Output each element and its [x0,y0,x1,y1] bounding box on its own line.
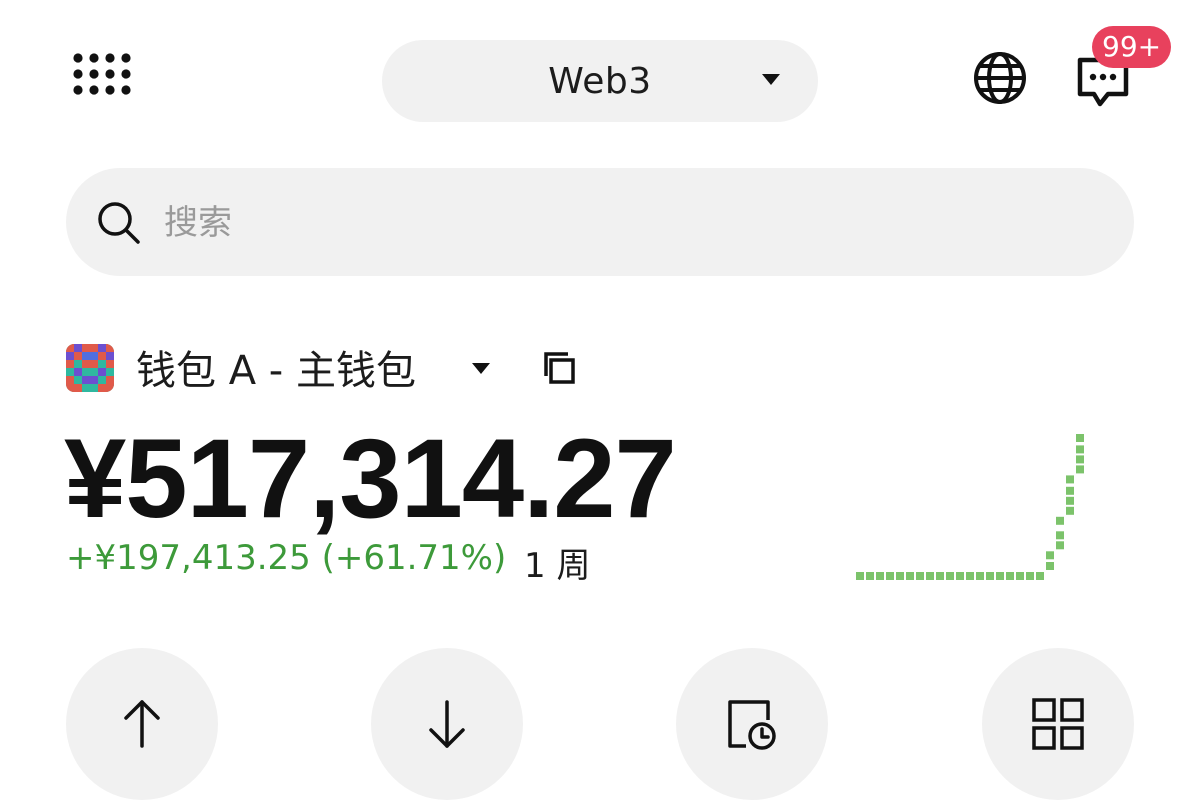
sparkline-dot [946,572,954,580]
search-icon [98,202,140,244]
sparkline-dot [886,572,894,580]
sparkline-dot [926,572,934,580]
mode-switch-dropdown[interactable]: Web3 [382,40,818,122]
mode-label: Web3 [548,60,652,102]
wallet-avatar [66,344,114,392]
sparkline-dot [1016,572,1024,580]
sparkline-dot [1066,506,1074,515]
sparkline-dot [916,572,924,580]
caret-down-icon [762,74,780,85]
dots-grid-icon [73,53,131,95]
sparkline-dot [1006,572,1014,580]
sparkline-dot [966,572,974,580]
more-apps-button[interactable] [982,648,1134,800]
copy-address-button[interactable] [536,346,580,390]
sparkline-dot [1066,475,1074,484]
sparkline-dot [1066,486,1074,495]
wallet-dropdown-caret-icon[interactable] [472,363,490,374]
sparkline-dot [976,572,984,580]
sparkline-dot [1076,434,1084,442]
sparkline-dot [1056,516,1064,525]
wallet-name[interactable]: 钱包 A - 主钱包 [136,338,416,396]
sparkline-dot [1046,562,1054,570]
sparkline-dot [1056,531,1064,540]
copy-icon [544,352,575,384]
arrow-down-icon [429,700,465,748]
sparkline-dot [956,572,964,580]
sparkline-dot [906,572,914,580]
sparkline-dot [1076,465,1084,474]
receive-button[interactable] [371,648,523,800]
globe-icon [974,52,1026,104]
history-button[interactable] [676,648,828,800]
arrow-up-icon [124,700,160,748]
sparkline-dot [996,572,1004,580]
language-button[interactable] [966,44,1034,112]
balance-sparkline [856,434,1084,580]
apps-grid-button[interactable] [60,40,136,116]
sparkline-dot [986,572,994,580]
sparkline-dot [1056,541,1064,550]
sparkline-dot [1076,455,1084,464]
total-balance: ¥517,314.27 [64,416,677,541]
period-selector[interactable]: 1 周 [524,538,590,587]
notification-badge: 99+ [1092,26,1172,68]
sparkline-dot [936,572,944,580]
search-input[interactable] [164,194,1064,252]
sparkline-dot [1026,572,1034,580]
grid-icon [1032,698,1084,750]
balance-change: +¥197,413.25 (+61.71%) [66,538,507,578]
sparkline-dot [1076,445,1084,454]
sparkline-dot [1036,572,1044,580]
sparkline-dot [896,572,904,580]
send-button[interactable] [66,648,218,800]
sparkline-dot [1046,551,1054,560]
sparkline-dot [876,572,884,580]
sparkline-dot [866,572,874,580]
sparkline-dot [1066,496,1074,505]
sparkline-dot [856,572,864,580]
history-icon [728,700,776,750]
